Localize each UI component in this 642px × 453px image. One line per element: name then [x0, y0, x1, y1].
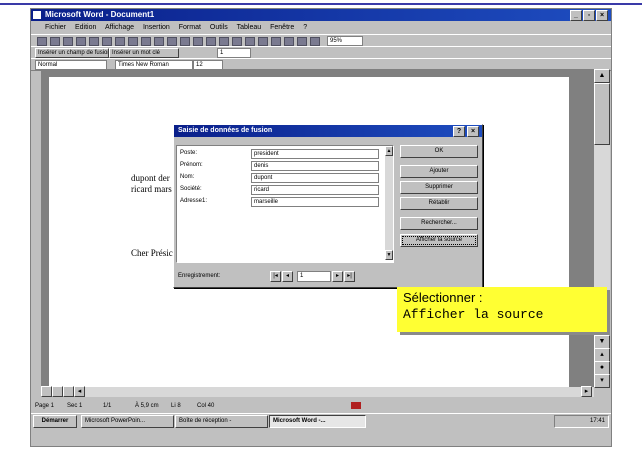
clock: 17:41 — [589, 418, 605, 424]
supprimer-button[interactable]: Supprimer — [400, 181, 478, 194]
field-label: Société: — [180, 186, 202, 192]
field-input-societe[interactable]: ricard — [251, 185, 379, 195]
retablir-button[interactable]: Rétablir — [400, 197, 478, 210]
callout-line-2: Afficher la source — [403, 307, 544, 322]
menu-fenetre[interactable]: Fenêtre — [270, 24, 294, 31]
doc-line-2: ricard mars — [131, 184, 172, 194]
prev-page-button[interactable]: ▴ — [594, 348, 610, 362]
doc-line-3: Cher Présic — [131, 248, 173, 258]
scroll-left-button[interactable]: ◂ — [74, 386, 85, 397]
scroll-right-button[interactable]: ▸ — [581, 386, 592, 397]
status-page: Page 1 — [35, 403, 55, 409]
menu-tableau[interactable]: Tableau — [237, 24, 262, 31]
window-title: Microsoft Word - Document1 — [45, 10, 155, 19]
scroll-up-button[interactable]: ▲ — [594, 69, 610, 83]
form-scrollbar[interactable]: ▲ ▼ — [385, 146, 393, 260]
taskbar: Démarrer Microsoft PowerPoin... Boîte de… — [31, 413, 611, 428]
field-input-nom[interactable]: dupont — [251, 173, 379, 183]
ajouter-button[interactable]: Ajouter — [400, 165, 478, 178]
callout-line-1: Sélectionner : — [403, 290, 483, 305]
dialog-title: Saisie de données de fusion — [178, 127, 273, 134]
ok-button[interactable]: OK — [400, 145, 478, 158]
record-label: Enregistrement: — [178, 273, 221, 279]
insert-word-field-button[interactable]: Insérer un mot clé — [109, 48, 179, 58]
field-row-prenom: Prénom: denis — [177, 160, 379, 171]
status-line: Li 8 — [171, 403, 181, 409]
scroll-thumb[interactable] — [594, 83, 610, 145]
field-label: Poste: — [180, 150, 198, 156]
form-scroll-up[interactable]: ▲ — [385, 146, 393, 156]
field-input-prenom[interactable]: denis — [251, 161, 379, 171]
status-pages: 1/1 — [103, 403, 112, 409]
task-word[interactable]: Microsoft Word -... — [269, 415, 366, 428]
menu-help[interactable]: ? — [303, 24, 307, 31]
field-label: Prénom: — [180, 162, 203, 168]
field-row-adresse1: Adresse1: marseille — [177, 196, 379, 207]
vertical-scrollbar[interactable]: ▲ ▼ ▴ ● ▾ — [594, 69, 610, 388]
field-row-nom: Nom: dupont — [177, 172, 379, 183]
mailmerge-data-dialog: Saisie de données de fusion ? × Poste: p… — [173, 124, 483, 288]
status-column: Col 40 — [197, 403, 215, 409]
next-page-button[interactable]: ▾ — [594, 374, 610, 388]
view-layout-icon[interactable] — [52, 386, 63, 397]
rechercher-button[interactable]: Rechercher... — [400, 217, 478, 230]
field-row-poste: Poste: president — [177, 148, 379, 159]
spelling-status-icon — [351, 402, 361, 409]
menu-format[interactable]: Format — [179, 24, 201, 31]
zoom-select[interactable]: 95% — [327, 36, 363, 46]
word-icon — [33, 11, 41, 19]
record-form: Poste: president Prénom: denis Nom: dupo… — [176, 145, 394, 263]
next-record-button[interactable]: ▸ — [332, 271, 343, 282]
record-number-field[interactable]: 1 — [217, 48, 251, 58]
task-inbox[interactable]: Boîte de réception - — [175, 415, 268, 428]
menu-outils[interactable]: Outils — [210, 24, 228, 31]
field-input-poste[interactable]: president — [251, 149, 379, 159]
menu-affichage[interactable]: Affichage — [105, 24, 134, 31]
horizontal-scrollbar[interactable]: ◂ ▸ — [41, 386, 594, 397]
view-normal-icon[interactable] — [41, 386, 52, 397]
dialog-help-button[interactable]: ? — [453, 126, 465, 137]
menu-edition[interactable]: Edition — [75, 24, 96, 31]
minimize-button[interactable]: _ — [570, 10, 582, 21]
dialog-close-button[interactable]: × — [467, 126, 479, 137]
view-page-icon[interactable] — [63, 386, 74, 397]
browse-object-button[interactable]: ● — [594, 361, 610, 375]
scroll-down-button[interactable]: ▼ — [594, 335, 610, 349]
close-button[interactable]: × — [596, 10, 608, 21]
system-tray: 17:41 — [554, 415, 609, 428]
status-position: À 5,9 cm — [135, 403, 159, 409]
status-bar: Page 1 Sec 1 1/1 À 5,9 cm Li 8 Col 40 — [31, 400, 611, 412]
menu-insertion[interactable]: Insertion — [143, 24, 170, 31]
start-button[interactable]: Démarrer — [33, 415, 77, 428]
afficher-source-button[interactable]: Afficher la source — [400, 234, 478, 247]
status-section: Sec 1 — [67, 403, 83, 409]
maximize-button[interactable]: ▫ — [583, 10, 595, 21]
window-titlebar: Microsoft Word - Document1 _ ▫ × — [31, 9, 611, 21]
instruction-callout: Sélectionner : Afficher la source — [397, 287, 607, 332]
task-powerpoint[interactable]: Microsoft PowerPoin... — [81, 415, 174, 428]
field-label: Nom: — [180, 174, 195, 180]
insert-merge-field-button[interactable]: Insérer un champ de fusion — [35, 48, 109, 58]
last-record-button[interactable]: ▸| — [344, 271, 355, 282]
menu-fichier[interactable]: Fichier — [45, 24, 66, 31]
doc-line-1: dupont der — [131, 173, 170, 183]
record-number-input[interactable]: 1 — [297, 271, 331, 282]
toolbar-icons[interactable] — [37, 37, 320, 46]
top-divider — [0, 3, 642, 5]
menu-bar: Fichier Edition Affichage Insertion Form… — [31, 22, 611, 33]
field-row-societe: Société: ricard — [177, 184, 379, 195]
prev-record-button[interactable]: ◂ — [282, 271, 293, 282]
field-label: Adresse1: — [180, 198, 208, 204]
field-input-adresse1[interactable]: marseille — [251, 197, 379, 207]
form-scroll-down[interactable]: ▼ — [385, 250, 393, 260]
dialog-titlebar: Saisie de données de fusion ? × — [174, 125, 482, 137]
first-record-button[interactable]: |◂ — [270, 271, 281, 282]
